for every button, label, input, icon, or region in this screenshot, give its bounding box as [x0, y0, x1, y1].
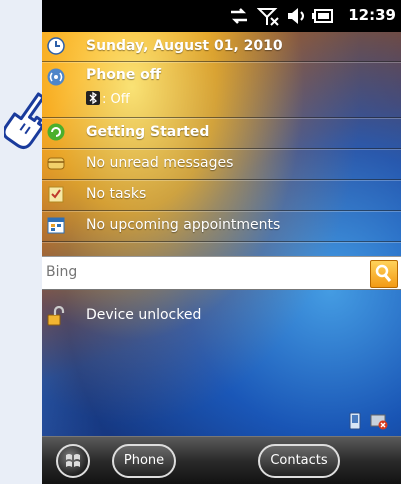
date-row[interactable]: Sunday, August 01, 2010 [42, 32, 401, 62]
tasks-row[interactable]: No tasks [42, 179, 401, 211]
search-icon [375, 264, 392, 282]
data-connection-icon[interactable] [228, 6, 250, 26]
appointments-row[interactable]: No upcoming appointments [42, 210, 401, 242]
status-bar: 12:39 [42, 0, 401, 32]
messages-text: No unread messages [86, 155, 234, 171]
getting-started-row[interactable]: Getting Started [42, 117, 401, 149]
search-button[interactable] [370, 260, 398, 288]
notification-error-icon[interactable] [370, 412, 388, 430]
calendar-icon [47, 217, 65, 234]
bluetooth-icon [86, 91, 100, 105]
phone-softkey[interactable]: Phone [112, 444, 176, 478]
getting-started-icon [47, 123, 65, 141]
volume-icon[interactable] [286, 6, 308, 26]
tasks-icon [48, 186, 64, 203]
unlock-icon [47, 306, 65, 326]
clock-icon [47, 37, 65, 55]
search-input[interactable] [46, 261, 346, 283]
signal-off-icon[interactable] [257, 6, 279, 26]
softkey-bar: Phone Contacts [42, 436, 401, 484]
wireless-manager-icon [47, 68, 65, 86]
date-text: Sunday, August 01, 2010 [86, 38, 283, 54]
device-lock-row[interactable]: Device unlocked [42, 302, 401, 330]
windows-logo-icon [66, 454, 80, 467]
contacts-softkey[interactable]: Contacts [258, 444, 340, 478]
phone-status-text: Phone off [86, 67, 162, 83]
getting-started-text: Getting Started [86, 124, 210, 140]
appointments-text: No upcoming appointments [86, 217, 281, 233]
start-button[interactable] [56, 444, 90, 478]
search-bar [42, 256, 401, 290]
battery-icon[interactable] [312, 6, 334, 26]
device-status-icon[interactable] [346, 412, 364, 430]
device-lock-text: Device unlocked [86, 307, 202, 323]
messaging-icon [47, 157, 65, 170]
phone-today-screen: 12:39 Sunday, August 01, 2010 Phone off … [42, 0, 401, 484]
messages-row[interactable]: No unread messages [42, 148, 401, 180]
clock[interactable]: 12:39 [348, 6, 396, 24]
bluetooth-status: : Off [102, 92, 130, 107]
tasks-text: No tasks [86, 186, 147, 202]
phone-row[interactable]: Phone off : Off [42, 61, 401, 118]
